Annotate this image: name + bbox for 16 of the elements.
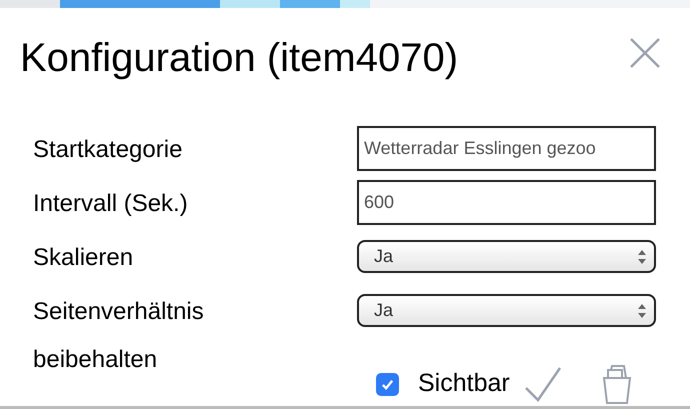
trash-icon[interactable] — [602, 364, 632, 404]
checkbox[interactable] — [376, 372, 399, 396]
dialog-title: Konfiguration (item4070) — [20, 35, 458, 82]
text-field[interactable]: 600 — [357, 180, 656, 225]
close-icon[interactable] — [628, 36, 662, 70]
select-dropdown[interactable]: Ja — [357, 240, 656, 273]
stepper-arrows-icon — [638, 304, 646, 318]
text-field[interactable]: Wetterradar Esslingen gezoo — [357, 126, 656, 171]
field-label: Skalieren — [33, 243, 134, 273]
field-label: Startkategorie — [33, 135, 184, 165]
checkmark-icon[interactable] — [524, 366, 562, 402]
stepper-arrows-icon — [638, 250, 646, 264]
select-dropdown[interactable]: Ja — [357, 294, 656, 327]
checkbox-label: Sichtbar — [418, 368, 510, 400]
field-label: Seitenverhältnis beibehalten — [33, 297, 205, 375]
field-label: Intervall (Sek.) — [33, 189, 189, 219]
